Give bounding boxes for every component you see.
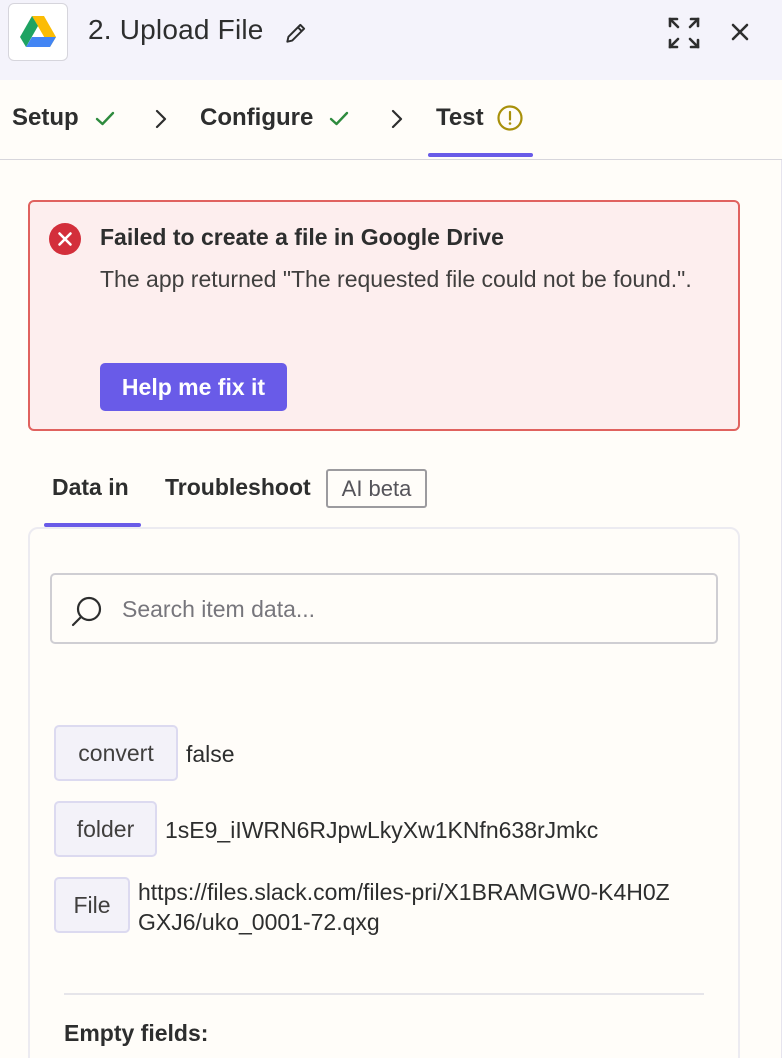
- divider: [64, 993, 704, 995]
- tab-setup-label: Setup: [12, 104, 79, 131]
- field-value-file: https://files.slack.com/files-pri/X1BRAM…: [138, 879, 670, 935]
- close-icon[interactable]: [726, 18, 754, 46]
- panel-title: 2. Upload File: [88, 14, 264, 45]
- tab-test-label: Test: [436, 104, 484, 131]
- field-value-folder: 1sE9_iIWRN6RJpwLkyXw1KNfn638rJmkc: [165, 817, 599, 843]
- search-box[interactable]: [50, 573, 718, 644]
- tab-setup[interactable]: Setup: [12, 104, 117, 132]
- pencil-edit-icon[interactable]: [283, 20, 309, 46]
- ai-beta-badge: AI beta: [326, 469, 427, 508]
- empty-fields-label: Empty fields:: [64, 1020, 209, 1046]
- active-tab-indicator: [428, 153, 533, 157]
- checkmark-icon: [95, 111, 114, 126]
- google-drive-app-icon[interactable]: [8, 3, 68, 61]
- field-value-convert: false: [186, 741, 235, 767]
- warning-circle-icon: [496, 105, 523, 131]
- tab-configure[interactable]: Configure: [200, 104, 351, 132]
- field-key-convert[interactable]: convert: [54, 725, 178, 781]
- error-x-circle-icon: [49, 223, 81, 255]
- step-tabs: Setup Configure Test: [0, 80, 782, 160]
- checkmark-icon: [330, 111, 349, 126]
- search-icon: [71, 596, 102, 627]
- chevron-right-icon: [155, 109, 167, 129]
- error-title: Failed to create a file in Google Drive: [100, 224, 504, 250]
- chevron-right-icon: [391, 109, 403, 129]
- help-me-fix-it-button[interactable]: Help me fix it: [100, 363, 287, 411]
- tab-test[interactable]: Test: [436, 104, 524, 132]
- tab-data-in[interactable]: Data in: [52, 474, 129, 501]
- tab-troubleshoot[interactable]: Troubleshoot: [165, 474, 311, 501]
- step-panel: 2. Upload File Setup Configure Test Fail…: [0, 0, 782, 1058]
- error-alert: Failed to create a file in Google Drive …: [28, 200, 740, 431]
- search-input[interactable]: [122, 589, 702, 629]
- expand-icon[interactable]: [666, 15, 702, 51]
- google-drive-logo-icon: [20, 16, 56, 47]
- tab-configure-label: Configure: [200, 104, 314, 131]
- field-key-folder[interactable]: folder: [54, 801, 157, 857]
- error-message: The app returned "The requested file cou…: [100, 266, 692, 292]
- panel-header: 2. Upload File: [0, 0, 782, 80]
- field-key-file[interactable]: File: [54, 877, 130, 933]
